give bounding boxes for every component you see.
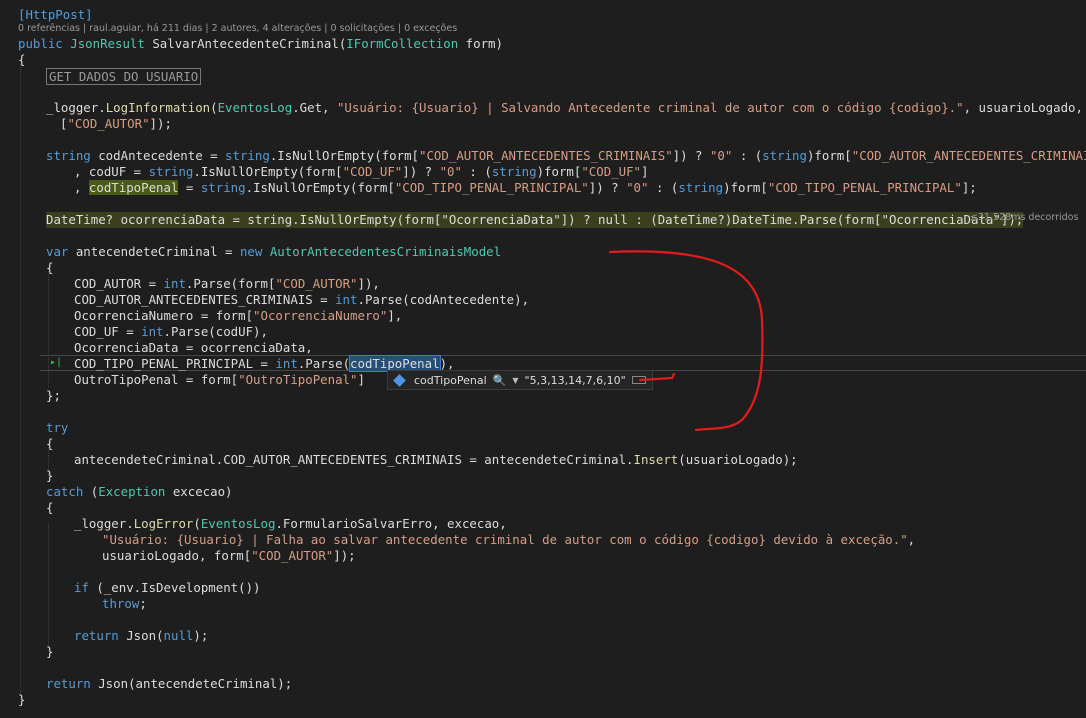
executed-statement: DateTime? ocorrenciaData = string.IsNull…	[46, 212, 1024, 228]
datatip-tooltip[interactable]: codTipoPenal 🔍 ▼ "5,3,13,14,7,6,10"	[387, 370, 653, 390]
code-line: , codTipoPenal = string.IsNullOrEmpty(fo…	[74, 180, 977, 195]
chevron-down-icon[interactable]: ▼	[512, 376, 518, 385]
code-line: _logger.LogError(EventosLog.FormularioSa…	[74, 516, 507, 531]
code-line: COD_UF = int.Parse(codUF),	[74, 324, 268, 339]
indent-guide	[48, 524, 49, 648]
code-line: catch (Exception excecao)	[46, 484, 233, 499]
close-brace: }	[46, 468, 54, 483]
code-line: OutroTipoPenal = form["OutroTipoPenal"]	[74, 372, 365, 387]
highlighted-reference: codTipoPenal	[88, 180, 179, 195]
code-line: OcorrenciaData = ocorrenciaData,	[74, 340, 313, 355]
code-line: [HttpPost]	[18, 7, 93, 23]
code-line: COD_AUTOR_ANTECEDENTES_CRIMINAIS = int.P…	[74, 292, 530, 307]
open-brace: {	[46, 260, 54, 275]
code-line: throw;	[102, 596, 147, 611]
code-line: var antecendeteCriminal = new AutorAntec…	[46, 244, 502, 259]
datatip-value[interactable]: "5,3,13,14,7,6,10"	[525, 374, 626, 387]
code-line: OcorrenciaNumero = form["OcorrenciaNumer…	[74, 308, 403, 323]
open-brace: {	[46, 500, 54, 515]
code-line: GET DADOS DO USUARIO	[46, 68, 202, 85]
annotation-curve	[608, 250, 764, 432]
code-line: return Json(null);	[74, 628, 209, 643]
code-line: usuarioLogado, form["COD_AUTOR"]);	[102, 548, 356, 563]
close-brace: };	[46, 388, 61, 403]
pin-icon[interactable]	[631, 376, 646, 384]
code-line: , codUF = string.IsNullOrEmpty(form["COD…	[74, 164, 649, 179]
variable-icon	[393, 373, 406, 387]
code-line: COD_AUTOR = int.Parse(form["COD_AUTOR"])…	[74, 276, 380, 291]
datatip-name: codTipoPenal	[414, 373, 487, 387]
codelens[interactable]: 0 referências | raul.aguiar, há 211 dias…	[18, 23, 457, 34]
close-brace: }	[46, 644, 54, 659]
code-line: try	[46, 420, 69, 435]
code-line: antecendeteCriminal.COD_AUTOR_ANTECEDENT…	[74, 452, 798, 467]
code-line: ["COD_AUTOR"]);	[60, 116, 172, 131]
run-to-click-icon[interactable]: ▸|	[50, 356, 62, 370]
code-editor[interactable]: ▸| [HttpPost] 0 referências | raul.aguia…	[0, 0, 1086, 718]
elapsed-time: ≤31.528ms decorridos	[970, 212, 1079, 223]
collapsed-region[interactable]: GET DADOS DO USUARIO	[46, 68, 202, 85]
attribute: [HttpPost]	[18, 7, 93, 22]
magnifier-icon[interactable]: 🔍	[493, 374, 507, 387]
code-line: return Json(antecendeteCriminal);	[46, 676, 293, 691]
hovered-variable[interactable]: codTipoPenal	[349, 355, 441, 372]
code-line: "Usuário: {Usuario} | Falha ao salvar an…	[102, 532, 916, 547]
code-line: if (_env.IsDevelopment())	[74, 580, 261, 595]
code-line: string codAntecedente = string.IsNullOrE…	[46, 148, 1086, 163]
indent-guide	[20, 64, 21, 696]
code-line: _logger.LogInformation(EventosLog.Get, "…	[46, 100, 1083, 115]
open-brace: {	[46, 436, 54, 451]
close-brace: }	[18, 692, 26, 707]
method-signature: public JsonResult SalvarAntecedenteCrimi…	[18, 36, 503, 51]
open-brace: {	[18, 52, 26, 67]
